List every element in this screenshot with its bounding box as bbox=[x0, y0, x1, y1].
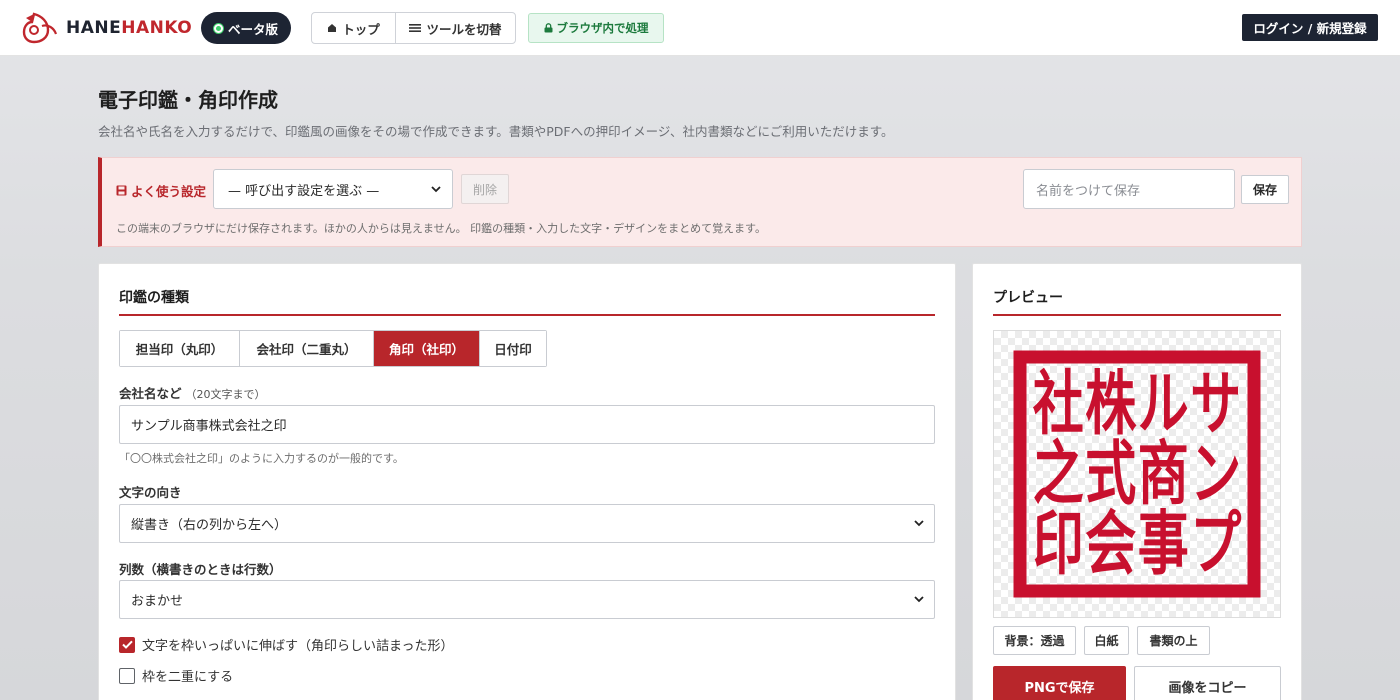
brand-name-right: HANKO bbox=[121, 18, 193, 38]
bg-transparent-button[interactable]: 背景：透過 bbox=[993, 626, 1076, 655]
preset-select-value: — 呼び出す設定を選ぶ — bbox=[228, 183, 380, 199]
double-frame-label: 枠を二重にする bbox=[142, 670, 234, 685]
company-name-limit: （20文字まで） bbox=[185, 388, 266, 401]
home-icon bbox=[328, 24, 337, 32]
double-frame-checkbox[interactable]: 枠を二重にする bbox=[119, 666, 233, 685]
stamp-character: 事 bbox=[1138, 504, 1189, 585]
stamp-character: 社 bbox=[1033, 364, 1084, 445]
columns-select-value: おまかせ bbox=[131, 594, 184, 609]
company-name-input[interactable]: サンプル商事株式会社之印 bbox=[119, 405, 935, 444]
tab-double-circle-stamp[interactable]: 会社印（二重丸） bbox=[239, 331, 373, 366]
bg-document-button[interactable]: 書類の上 bbox=[1137, 626, 1210, 655]
checkbox-checked-icon bbox=[119, 636, 135, 653]
direction-select-value: 縦書き（右の列から左へ） bbox=[131, 518, 288, 533]
chevron-down-icon bbox=[914, 520, 924, 527]
page-description: 会社名や氏名を入力するだけで、印鑑風の画像をその場で作成できます。書類やPDFへ… bbox=[98, 124, 894, 139]
chevron-down-icon bbox=[431, 186, 441, 193]
beta-label: ベータ版 bbox=[227, 21, 278, 37]
stamp-character: 株 bbox=[1085, 364, 1137, 445]
preview-actions: PNGで保存 画像をコピー bbox=[993, 666, 1281, 700]
company-name-label-text: 会社名など bbox=[119, 386, 182, 401]
tab-round-stamp[interactable]: 担当印（丸印） bbox=[120, 331, 239, 366]
preview-divider bbox=[993, 314, 1281, 316]
stamp-character: 会 bbox=[1085, 504, 1136, 585]
preset-label: よく使う設定 bbox=[116, 181, 206, 200]
stamp-character: ル bbox=[1138, 364, 1189, 445]
section-divider bbox=[119, 314, 935, 316]
status-dot-icon bbox=[213, 23, 223, 33]
checkbox-unchecked-icon bbox=[119, 667, 135, 684]
company-name-hint: 「〇〇株式会社之印」のように入力するのが一般的です。 bbox=[119, 452, 404, 465]
nav-top-button[interactable]: トップ bbox=[312, 13, 395, 43]
page-title: 電子印鑑・角印作成 bbox=[98, 88, 278, 112]
browser-processing-badge: ブラウザ内で処理 bbox=[528, 13, 664, 43]
nav-group: トップ ツールを切替 bbox=[311, 12, 516, 44]
brand-name: HANEHANKO bbox=[66, 18, 192, 38]
stamp-character: サ bbox=[1190, 364, 1241, 445]
nav-switch-label: ツールを切替 bbox=[426, 21, 502, 37]
columns-select[interactable]: おまかせ bbox=[119, 580, 935, 619]
stamp-settings-card: 印鑑の種類 担当印（丸印） 会社印（二重丸） 角印（社印） 日付印 会社名など（… bbox=[98, 263, 956, 700]
direction-label: 文字の向き bbox=[119, 485, 182, 500]
save-png-button[interactable]: PNGで保存 bbox=[993, 666, 1126, 700]
preset-panel: よく使う設定 — 呼び出す設定を選ぶ — 削除 名前をつけて保存 保存 この端末… bbox=[98, 157, 1302, 247]
brand-logo[interactable]: HANEHANKO bbox=[22, 12, 192, 44]
stamp-character: 式 bbox=[1085, 434, 1136, 515]
secure-label: ブラウザ内で処理 bbox=[556, 21, 649, 35]
bird-logo-icon bbox=[22, 12, 58, 44]
lock-icon bbox=[544, 23, 552, 33]
tab-date-stamp[interactable]: 日付印 bbox=[479, 331, 546, 366]
background-options: 背景：透過 白紙 書類の上 bbox=[993, 626, 1210, 655]
brand-name-left: HANE bbox=[66, 18, 122, 38]
stamp-type-tabs: 担当印（丸印） 会社印（二重丸） 角印（社印） 日付印 bbox=[119, 330, 547, 367]
stamp-character: ン bbox=[1190, 434, 1241, 515]
section-title: 印鑑の種類 bbox=[119, 290, 189, 306]
stamp-character: 商 bbox=[1138, 434, 1189, 515]
stamp-character: 印 bbox=[1033, 504, 1084, 585]
preview-card: プレビュー 社之印株式会ル商事サンプ 背景：透過 白紙 書類の上 PNGで保存 … bbox=[972, 263, 1302, 700]
preset-label-text: よく使う設定 bbox=[131, 184, 207, 199]
login-button[interactable]: ログイン / 新規登録 bbox=[1242, 14, 1378, 41]
top-bar: HANEHANKO ベータ版 トップ ツールを切替 ブラウザ内で処理 ログイン … bbox=[0, 0, 1400, 56]
stretch-text-checkbox[interactable]: 文字を枠いっぱいに伸ばす（角印らしい詰まった形） bbox=[119, 635, 453, 654]
beta-badge: ベータ版 bbox=[201, 12, 291, 44]
company-name-value: サンプル商事株式会社之印 bbox=[131, 419, 287, 434]
direction-select[interactable]: 縦書き（右の列から左へ） bbox=[119, 504, 935, 543]
copy-image-button[interactable]: 画像をコピー bbox=[1134, 666, 1281, 700]
chevron-down-icon bbox=[914, 596, 924, 603]
tab-square-stamp[interactable]: 角印（社印） bbox=[373, 331, 479, 366]
preset-save-button[interactable]: 保存 bbox=[1241, 175, 1289, 204]
preview-title: プレビュー bbox=[993, 290, 1063, 306]
stamp-character: プ bbox=[1190, 504, 1241, 585]
columns-label: 列数（横書きのときは行数） bbox=[119, 562, 282, 577]
preset-select[interactable]: — 呼び出す設定を選ぶ — bbox=[213, 169, 453, 209]
preset-name-input[interactable]: 名前をつけて保存 bbox=[1023, 169, 1235, 209]
company-name-label: 会社名など （20文字まで） bbox=[119, 383, 266, 402]
stretch-text-label: 文字を枠いっぱいに伸ばす（角印らしい詰まった形） bbox=[142, 639, 454, 654]
preset-delete-button[interactable]: 削除 bbox=[461, 174, 509, 204]
stamp-character: 之 bbox=[1033, 434, 1084, 515]
preset-note: この端末のブラウザにだけ保存されます。ほかの人からは見えません。 印鑑の種類・入… bbox=[116, 222, 766, 235]
nav-switch-tool-button[interactable]: ツールを切替 bbox=[395, 13, 515, 43]
nav-top-label: トップ bbox=[342, 21, 380, 37]
bg-white-paper-button[interactable]: 白紙 bbox=[1084, 626, 1129, 655]
square-stamp-image: 社之印株式会ル商事サンプ bbox=[1013, 350, 1261, 598]
floppy-disk-icon bbox=[116, 185, 127, 196]
stamp-preview-canvas: 社之印株式会ル商事サンプ bbox=[993, 330, 1281, 618]
menu-icon bbox=[409, 24, 422, 32]
